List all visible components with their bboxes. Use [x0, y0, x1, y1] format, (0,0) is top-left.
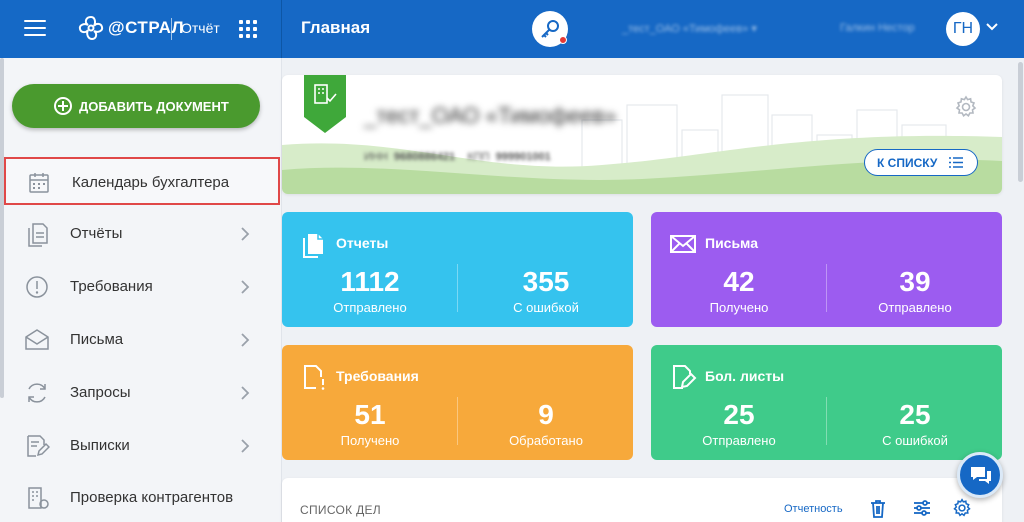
envelope-icon — [25, 329, 49, 350]
reports-icon — [28, 223, 48, 247]
tile-value-secondary: 355 — [522, 266, 570, 297]
tile-label-secondary: Обработано — [509, 433, 583, 448]
requirements-tile[interactable]: Требования 51 Получено 9 Обработано — [282, 345, 633, 460]
documents-icon — [303, 234, 323, 258]
user-name: Галкин Нестор — [840, 22, 915, 34]
to-list-button[interactable]: К СПИСКУ — [864, 149, 978, 176]
chevron-right-icon — [241, 333, 250, 347]
sidebar-item-calendar[interactable]: Календарь бухгалтера — [4, 157, 280, 205]
city-background-illustration — [282, 94, 1002, 194]
add-document-label: ДОБАВИТЬ ДОКУМЕНТ — [79, 99, 229, 114]
todo-list-title: СПИСОК ДЕЛ — [300, 503, 381, 517]
tile-label-secondary: С ошибкой — [513, 300, 579, 315]
chevron-right-icon — [241, 280, 250, 294]
product-name: Отчёт — [181, 20, 220, 36]
avatar[interactable]: ГН — [946, 12, 980, 46]
tile-label-primary: Получено — [340, 433, 400, 448]
reports-tile[interactable]: Отчеты 1112 Отправлено 355 С ошибкой — [282, 212, 633, 327]
add-document-button[interactable]: ДОБАВИТЬ ДОКУМЕНТ — [12, 84, 260, 128]
tile-title: Требования — [336, 368, 419, 384]
chevron-right-icon — [241, 386, 250, 400]
calendar-icon — [29, 173, 49, 193]
document-alert-icon — [304, 365, 325, 390]
signature-key-button[interactable] — [532, 11, 568, 47]
sidebar-item-requirements[interactable]: Требования — [4, 263, 280, 311]
tile-title: Отчеты — [336, 235, 389, 251]
tile-value-primary: 51 — [354, 399, 386, 430]
top-bar-brand-area: @СТРАЛ Отчёт — [0, 0, 282, 58]
apps-grid-icon[interactable] — [239, 20, 257, 38]
tile-value-secondary: 25 — [899, 399, 931, 430]
sidebar-item-reports[interactable]: Отчёты — [4, 210, 280, 258]
tile-value-primary: 42 — [723, 266, 755, 297]
todo-filter-link[interactable]: Отчетность — [784, 503, 843, 515]
sidebar-item-label: Требования — [70, 278, 153, 295]
to-list-label: К СПИСКУ — [877, 156, 938, 170]
tile-label-secondary: Отправлено — [878, 300, 952, 315]
chevron-right-icon — [241, 439, 250, 453]
tile-title: Письма — [705, 235, 759, 251]
sidebar-item-label: Проверка контрагентов — [70, 489, 234, 506]
sidebar-item-label: Отчёты — [70, 225, 123, 242]
filter-sliders-icon[interactable] — [912, 498, 932, 518]
sidebar-item-label: Запросы — [70, 384, 131, 401]
organization-card: _тест_ОАО «Тимофеев» ИНН 9680886421 КПП … — [282, 75, 1002, 194]
chevron-down-icon[interactable] — [986, 22, 998, 32]
organization-select[interactable]: _тест_ОАО «Тимофеев» ▾ — [622, 22, 757, 35]
sidebar-item-label: Календарь бухгалтера — [72, 174, 230, 191]
letters-tile[interactable]: Письма 42 Получено 39 Отправлено — [651, 212, 1002, 327]
chat-icon — [971, 467, 991, 484]
sidebar-item-counterparty-check[interactable]: Проверка контрагентов — [4, 474, 280, 522]
tile-value-secondary: 39 — [899, 266, 931, 297]
settings-gear-icon[interactable] — [952, 498, 972, 518]
sidebar-item-label: Письма — [70, 331, 124, 348]
sick-leaves-tile[interactable]: Бол. листы 25 Отправлено 25 С ошибкой — [651, 345, 1002, 460]
todo-list-panel: СПИСОК ДЕЛ Отчетность — [282, 478, 1002, 522]
organization-badge-icon — [304, 75, 346, 133]
tile-value-secondary: 9 — [538, 399, 554, 430]
top-bar: @СТРАЛ Отчёт Главная _тест_ОАО «Тимофеев… — [0, 0, 1024, 58]
tile-value-primary: 1112 — [340, 266, 400, 297]
tile-label-primary: Получено — [709, 300, 769, 315]
document-edit-icon — [673, 365, 697, 389]
sidebar-item-statements[interactable]: Выписки — [4, 422, 280, 470]
menu-icon[interactable] — [24, 20, 46, 36]
sidebar-item-letters[interactable]: Письма — [4, 316, 280, 364]
brand-name: @СТРАЛ — [108, 18, 185, 37]
gear-icon[interactable] — [954, 95, 978, 119]
key-status-dot — [559, 36, 567, 44]
plus-circle-icon — [54, 97, 72, 115]
chevron-right-icon — [241, 227, 250, 241]
chat-support-button[interactable] — [957, 452, 1003, 498]
sidebar-item-label: Выписки — [70, 437, 130, 454]
organization-name: _тест_ОАО «Тимофеев» — [364, 103, 617, 128]
trash-icon[interactable] — [868, 498, 888, 518]
edit-document-icon — [27, 435, 50, 457]
tile-label-primary: Отправлено — [702, 433, 776, 448]
page-title: Главная — [301, 18, 371, 37]
alert-circle-icon — [26, 276, 48, 298]
refresh-icon — [28, 383, 46, 403]
envelope-icon — [670, 235, 696, 253]
key-icon — [541, 20, 559, 38]
building-check-icon — [28, 487, 49, 509]
tile-value-primary: 25 — [723, 399, 755, 430]
astral-logo-icon — [78, 15, 104, 41]
organization-inn: ИНН 9680886421 КПП 999901001 — [364, 151, 551, 163]
list-icon — [949, 157, 963, 168]
main-scrollbar[interactable] — [1018, 62, 1023, 182]
sidebar-item-requests[interactable]: Запросы — [4, 369, 280, 417]
tile-label-primary: Отправлено — [333, 300, 407, 315]
tile-label-secondary: С ошибкой — [882, 433, 948, 448]
tile-title: Бол. листы — [705, 368, 785, 384]
brand-divider — [171, 18, 172, 40]
